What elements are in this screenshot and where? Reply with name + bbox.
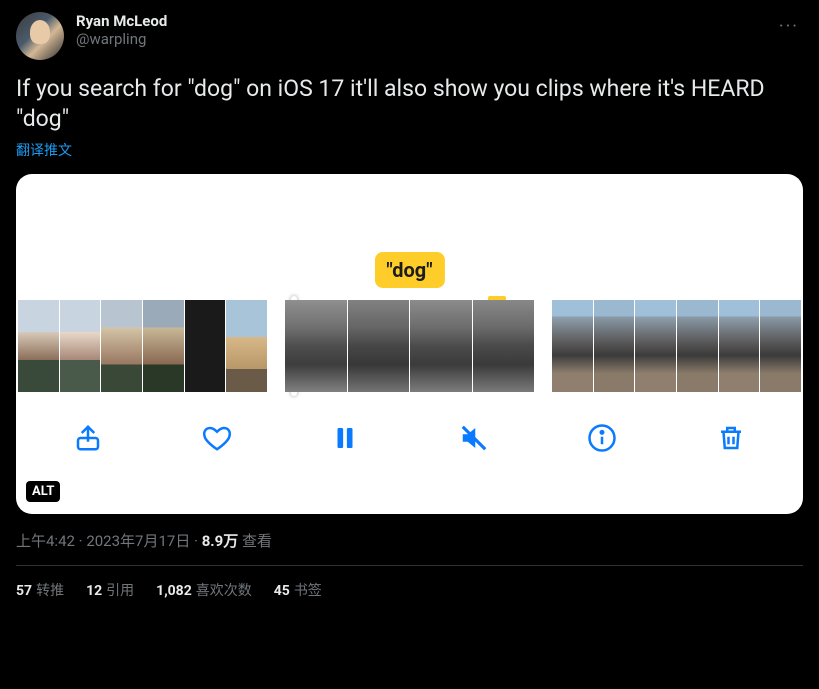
avatar[interactable] — [16, 12, 64, 60]
tweet-container: Ryan McLeod @warpling ··· If you search … — [0, 0, 819, 600]
author-handle: @warpling — [76, 30, 763, 48]
pause-icon — [330, 423, 360, 453]
thumbnail-frame — [60, 300, 101, 392]
thumbnail-frame — [760, 300, 801, 392]
info-button[interactable] — [582, 418, 622, 458]
video-timeline[interactable] — [16, 300, 803, 392]
media-top-area: "dog" — [16, 174, 803, 300]
stat-retweets[interactable]: 57转推 — [16, 580, 64, 600]
clip-group-3[interactable] — [552, 300, 801, 392]
thumbnail-frame — [226, 300, 267, 392]
share-icon — [73, 423, 103, 453]
clip-group-2[interactable] — [285, 300, 534, 392]
stat-likes[interactable]: 1,082喜欢次数 — [156, 580, 252, 600]
thumbnail-frame — [101, 300, 142, 392]
thumbnail-frame — [18, 300, 59, 392]
media-toolbar — [16, 392, 803, 484]
info-icon — [587, 423, 617, 453]
thumbnail-frame — [719, 300, 760, 392]
views-label: 查看 — [242, 532, 272, 550]
speaker-mute-icon — [459, 423, 489, 453]
translate-link[interactable]: 翻译推文 — [16, 140, 803, 160]
like-button[interactable] — [197, 418, 237, 458]
divider — [16, 565, 803, 566]
more-button[interactable]: ··· — [775, 12, 803, 41]
mute-button[interactable] — [454, 418, 494, 458]
caption-bubble: "dog" — [374, 252, 444, 288]
delete-button[interactable] — [711, 418, 751, 458]
share-button[interactable] — [68, 418, 108, 458]
thumbnail-frame — [635, 300, 676, 392]
thumbnail-frame — [594, 300, 635, 392]
meta-date[interactable]: 2023年7月17日 — [86, 532, 190, 550]
tweet-meta: 上午4:42 · 2023年7月17日 · 8.9万 查看 — [16, 530, 803, 551]
thumbnail-frame — [552, 300, 593, 392]
heart-icon — [202, 423, 232, 453]
tweet-stats: 57转推 12引用 1,082喜欢次数 45书签 — [16, 580, 803, 600]
views-count: 8.9万 — [202, 532, 239, 550]
thumbnail-frame — [185, 300, 226, 392]
tweet-text: If you search for "dog" on iOS 17 it'll … — [16, 74, 803, 134]
media-attachment[interactable]: "dog" — [16, 174, 803, 514]
meta-time[interactable]: 上午4:42 — [16, 532, 75, 550]
alt-badge[interactable]: ALT — [26, 481, 60, 502]
thumbnail-frame — [677, 300, 718, 392]
author-identity[interactable]: Ryan McLeod @warpling — [76, 12, 763, 48]
stat-quotes[interactable]: 12引用 — [86, 580, 134, 600]
trash-icon — [716, 423, 746, 453]
thumbnail-frame — [143, 300, 184, 392]
thumbnail-frame — [410, 300, 472, 392]
stat-bookmarks[interactable]: 45书签 — [274, 580, 322, 600]
pause-button[interactable] — [325, 418, 365, 458]
tweet-header: Ryan McLeod @warpling ··· — [16, 12, 803, 60]
thumbnail-frame — [285, 300, 347, 392]
thumbnail-frame — [348, 300, 410, 392]
thumbnail-frame — [473, 300, 535, 392]
display-name: Ryan McLeod — [76, 12, 763, 30]
clip-group-1[interactable] — [18, 300, 267, 392]
